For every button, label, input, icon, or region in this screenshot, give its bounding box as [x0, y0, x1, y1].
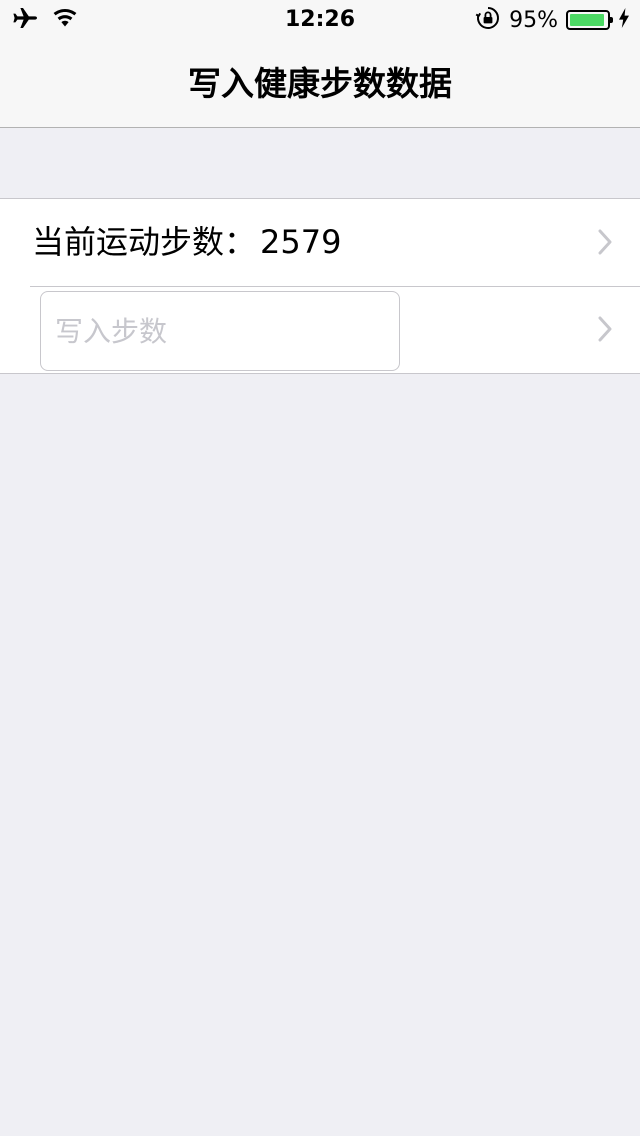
battery-percent: 95% [509, 7, 558, 33]
battery-icon [566, 10, 613, 30]
current-steps-cell[interactable]: 当前运动步数： 2579 [0, 199, 640, 286]
chevron-right-icon [598, 316, 612, 342]
status-bar: 12:26 95% [0, 0, 640, 40]
write-steps-cell[interactable] [0, 286, 640, 373]
write-steps-input[interactable] [40, 291, 400, 371]
navigation-bar: 写入健康步数数据 [0, 40, 640, 128]
status-right: 95% [475, 6, 630, 34]
battery-tip [610, 17, 613, 23]
current-steps-label-wrap: 当前运动步数： 2579 [32, 199, 341, 286]
charging-bolt-icon [618, 7, 630, 33]
battery-level-fill [570, 14, 604, 26]
page-title: 写入健康步数数据 [188, 64, 452, 103]
chevron-right-icon [598, 229, 612, 255]
rotation-lock-icon [475, 5, 501, 35]
current-steps-label: 当前运动步数： [32, 223, 257, 261]
steps-table: 当前运动步数： 2579 [0, 198, 640, 374]
current-steps-value: 2579 [260, 223, 342, 261]
